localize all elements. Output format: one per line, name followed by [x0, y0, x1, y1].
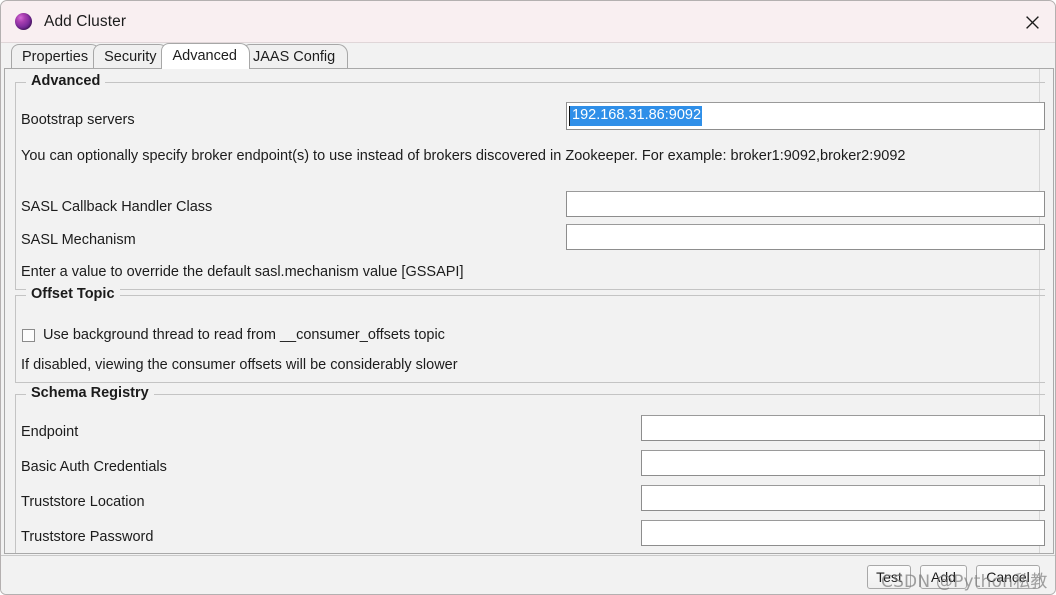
titlebar: Add Cluster [1, 1, 1055, 43]
tab-properties[interactable]: Properties [11, 44, 102, 69]
truststore-password-label: Truststore Password [21, 529, 154, 545]
add-button-label: Add [931, 569, 956, 585]
bootstrap-servers-input[interactable]: 192.168.31.86:9092 [566, 102, 1045, 130]
tab-properties-label: Properties [22, 49, 89, 65]
bootstrap-servers-hint: You can optionally specify broker endpoi… [21, 148, 906, 164]
close-icon [1025, 15, 1039, 29]
sasl-mechanism-hint: Enter a value to override the default sa… [21, 264, 464, 280]
endpoint-input[interactable] [641, 415, 1045, 441]
test-button[interactable]: Test [867, 565, 911, 589]
use-background-thread-checkbox[interactable] [22, 328, 35, 342]
basic-auth-credentials-label: Basic Auth Credentials [21, 459, 167, 475]
use-background-thread-label: Use background thread to read from __con… [43, 327, 445, 343]
test-button-label: Test [876, 569, 902, 585]
offset-topic-group-legend: Offset Topic [26, 286, 120, 302]
cluster-sphere-icon [15, 13, 32, 30]
bootstrap-servers-value: 192.168.31.86:9092 [569, 106, 703, 126]
tab-jaas-config[interactable]: JAAS Config [241, 44, 349, 69]
tab-bar: Properties Security Advanced JAAS Config [1, 43, 1055, 69]
advanced-tab-panel: Advanced Bootstrap servers 192.168.31.86… [4, 68, 1054, 554]
tab-security-label: Security [104, 49, 157, 65]
tab-security[interactable]: Security [93, 44, 170, 69]
basic-auth-credentials-input[interactable] [641, 450, 1045, 476]
tab-jaas-config-label: JAAS Config [252, 49, 336, 65]
sasl-callback-handler-class-input[interactable] [566, 191, 1045, 217]
tab-advanced-label: Advanced [172, 48, 237, 64]
schema-registry-group-legend: Schema Registry [26, 385, 154, 401]
offset-topic-hint: If disabled, viewing the consumer offset… [21, 357, 458, 373]
endpoint-label: Endpoint [21, 424, 79, 440]
add-cluster-dialog: Add Cluster Properties Security Advanced… [0, 0, 1056, 595]
advanced-group-legend: Advanced [26, 73, 106, 89]
bootstrap-servers-label: Bootstrap servers [21, 112, 135, 128]
dialog-button-bar: Test Add Cancel [1, 555, 1055, 594]
sasl-mechanism-label: SASL Mechanism [21, 232, 136, 248]
truststore-location-label: Truststore Location [21, 494, 145, 510]
sasl-callback-handler-class-label: SASL Callback Handler Class [21, 199, 213, 215]
truststore-password-input[interactable] [641, 520, 1045, 546]
window-title: Add Cluster [44, 12, 127, 30]
sasl-mechanism-input[interactable] [566, 224, 1045, 250]
cancel-button-label: Cancel [986, 569, 1030, 585]
truststore-location-input[interactable] [641, 485, 1045, 511]
add-button[interactable]: Add [920, 565, 967, 589]
tab-advanced[interactable]: Advanced [161, 43, 250, 69]
use-background-thread-checkbox-row[interactable]: Use background thread to read from __con… [22, 327, 445, 343]
cancel-button[interactable]: Cancel [976, 565, 1040, 589]
close-button[interactable] [1009, 1, 1055, 43]
